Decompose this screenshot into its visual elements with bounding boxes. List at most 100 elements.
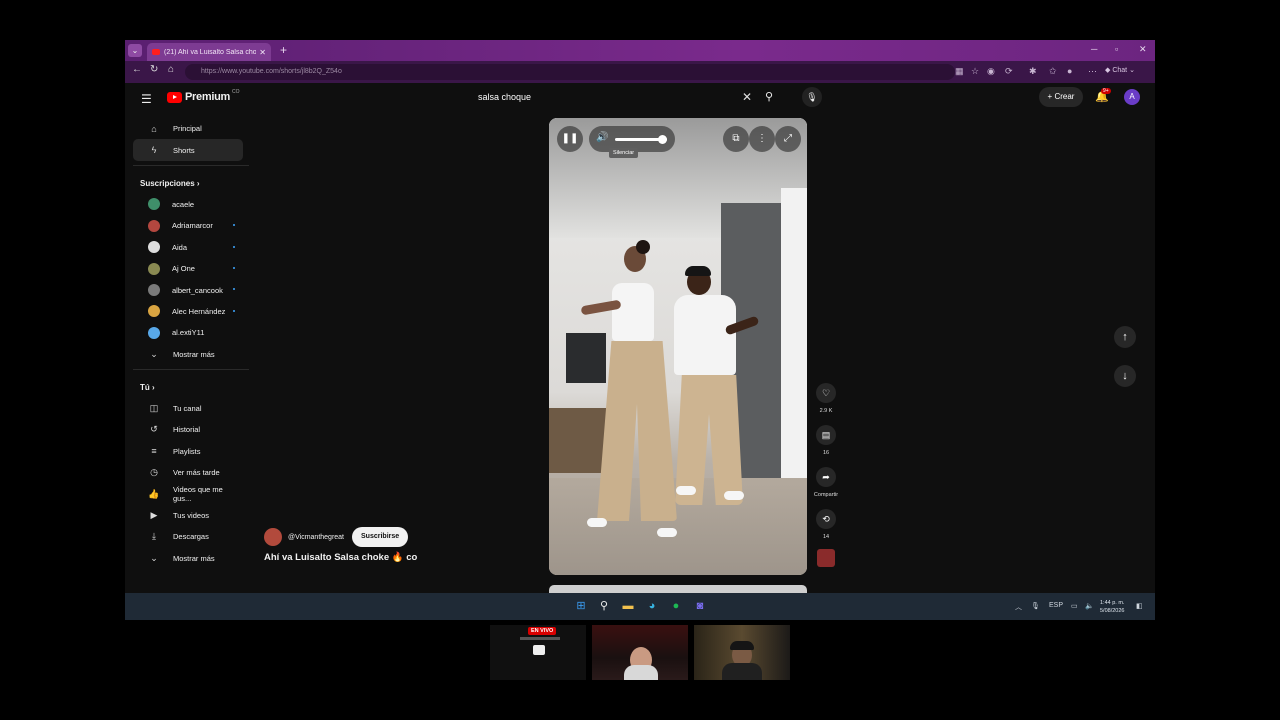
windows-start-icon[interactable]: ⊞ bbox=[574, 599, 588, 613]
reload-icon[interactable]: ↻ bbox=[150, 64, 158, 75]
tab-youtube[interactable]: (21) Ahí va Luisalto Salsa chok ✕ bbox=[147, 43, 271, 61]
webcam-1 bbox=[592, 625, 688, 680]
menu-icon[interactable]: ☰ bbox=[141, 92, 152, 106]
sidebar-item-you[interactable]: ▶ Tus videos bbox=[133, 505, 243, 526]
maximize-icon[interactable]: ▫ bbox=[1115, 44, 1118, 54]
discord-icon[interactable]: ◙ bbox=[693, 599, 707, 613]
short-video[interactable] bbox=[549, 118, 807, 575]
next-short-button[interactable]: ↓ bbox=[1114, 365, 1136, 387]
tab-actions-icon[interactable]: ⌄ bbox=[128, 44, 142, 57]
channel-avatar bbox=[148, 262, 160, 275]
tray-chevron-icon[interactable]: ︿ bbox=[1015, 602, 1022, 612]
section-title: Suscripciones bbox=[140, 178, 195, 188]
sidebar-item-you[interactable]: ↺ Historial bbox=[133, 419, 243, 440]
subscribe-button[interactable]: Suscribirse bbox=[352, 527, 409, 547]
more-icon[interactable]: ⋯ bbox=[1088, 66, 1097, 77]
sidebar-item-you[interactable]: ◫ Tu canal bbox=[133, 398, 243, 419]
system-clock[interactable]: 1:44 p. m. 5/08/2026 bbox=[1100, 599, 1124, 615]
volume-knob[interactable] bbox=[657, 135, 667, 144]
search-icon[interactable]: ⚲ bbox=[765, 90, 773, 103]
show-more-subs[interactable]: ⌄ Mostrar más bbox=[133, 344, 243, 365]
sidebar-item-subscription[interactable]: Aj One bbox=[133, 258, 243, 279]
sidebar-item-principal[interactable]: ⌂ Principal bbox=[133, 118, 243, 139]
comment-count: 16 bbox=[822, 450, 830, 456]
puzzle-icon[interactable]: ✱ bbox=[1029, 66, 1037, 77]
search-input[interactable]: salsa choque bbox=[470, 87, 762, 107]
youtube-logo[interactable]: Premium CO bbox=[167, 89, 240, 103]
channel-avatar[interactable] bbox=[264, 528, 282, 546]
spotify-icon[interactable]: ● bbox=[669, 599, 683, 613]
extension-icon[interactable]: ◉ bbox=[987, 66, 995, 77]
speaker-icon[interactable]: 🔈 bbox=[1085, 602, 1094, 610]
sidebar-item-subscription[interactable]: acaele bbox=[133, 194, 243, 215]
new-content-dot bbox=[233, 245, 235, 248]
logo-country: CO bbox=[231, 89, 240, 95]
sidebar-item-you[interactable]: ◷ Ver más tarde bbox=[133, 462, 243, 483]
copilot-chat-button[interactable]: ◆ Chat ⌄ bbox=[1105, 66, 1135, 74]
sidebar-item-subscription[interactable]: albert_cancook bbox=[133, 279, 243, 300]
favorite-icon[interactable]: ☆ bbox=[971, 66, 979, 77]
show-more-you[interactable]: ⌄ Mostrar más bbox=[133, 548, 243, 569]
file-explorer-icon[interactable]: ▬ bbox=[621, 599, 635, 613]
refresh-ext-icon[interactable]: ⟳ bbox=[1005, 66, 1013, 77]
copilot-label: Chat bbox=[1112, 67, 1128, 74]
clear-search-icon[interactable]: ✕ bbox=[742, 90, 752, 104]
new-tab-button[interactable]: + bbox=[280, 43, 287, 57]
home-icon[interactable]: ⌂ bbox=[168, 64, 174, 75]
like-button[interactable]: ♡ bbox=[816, 383, 836, 403]
downloads-icon: ⤓ bbox=[152, 531, 156, 542]
previous-short-button[interactable]: ↑ bbox=[1114, 326, 1136, 348]
short-title[interactable]: Ahí va Luisalto Salsa choke 🔥 co bbox=[264, 552, 417, 563]
channel-row: @Vicmanthegreat Suscribirse bbox=[264, 527, 409, 547]
remix-button[interactable]: ⟲ bbox=[816, 509, 836, 529]
notification-center-icon[interactable]: ◧ bbox=[1136, 602, 1143, 610]
share-button[interactable]: ➦ bbox=[816, 467, 836, 487]
url-field[interactable]: https://www.youtube.com/shorts/jl8b2Q_Z5… bbox=[185, 64, 955, 80]
chevron-down-icon: ⌄ bbox=[150, 348, 158, 359]
sound-thumbnail[interactable] bbox=[817, 549, 835, 567]
tray-mic-icon[interactable]: 🎙 bbox=[1031, 602, 1040, 610]
mute-tooltip: Silenciar bbox=[609, 148, 639, 158]
sidebar-item-subscription[interactable]: Adriamarcor bbox=[133, 215, 243, 236]
minimize-icon[interactable]: ─ bbox=[1091, 44, 1097, 54]
network-icon[interactable]: ▭ bbox=[1071, 602, 1078, 610]
more-options-icon[interactable]: ⋮ bbox=[749, 126, 775, 152]
share-label: Compartir bbox=[813, 492, 839, 498]
sidebar-item-subscription[interactable]: al.extiY11 bbox=[133, 322, 243, 343]
sidebar-item-label: al.extiY11 bbox=[172, 328, 205, 338]
edge-icon[interactable]: ◕ bbox=[645, 599, 659, 613]
taskbar-search-icon[interactable]: ⚲ bbox=[597, 599, 611, 613]
sidebar-item-you[interactable]: 👍 Videos que me gus... bbox=[133, 483, 243, 504]
close-window-icon[interactable]: ✕ bbox=[1139, 44, 1147, 55]
close-tab-icon[interactable]: ✕ bbox=[259, 48, 266, 57]
clock-time: 1:44 p. m. bbox=[1100, 600, 1125, 606]
back-icon[interactable]: ← bbox=[132, 64, 142, 75]
sidebar-item-subscription[interactable]: Aida bbox=[133, 237, 243, 258]
sidebar-item-you[interactable]: ⤓ Descargas bbox=[133, 526, 243, 547]
favorites-bar-icon[interactable]: ✩ bbox=[1049, 66, 1057, 77]
sidebar-item-label: acaele bbox=[172, 199, 195, 209]
your-videos-icon: ▶ bbox=[150, 510, 158, 521]
subscriptions-header[interactable]: Suscripciones › bbox=[125, 174, 250, 194]
you-header[interactable]: Tú › bbox=[125, 378, 250, 398]
create-button[interactable]: + Crear bbox=[1039, 87, 1083, 107]
next-short-preview[interactable] bbox=[549, 585, 807, 593]
fullscreen-icon[interactable]: ⤢ bbox=[775, 126, 801, 152]
language-indicator[interactable]: ESP bbox=[1049, 602, 1063, 609]
logo-text: Premium bbox=[185, 91, 230, 103]
address-bar-row: ← ↻ ⌂ https://www.youtube.com/shorts/jl8… bbox=[125, 61, 1155, 83]
sidebar-item-shorts[interactable]: ϟ Shorts bbox=[133, 139, 243, 161]
account-avatar[interactable]: A bbox=[1124, 89, 1140, 105]
sidebar-item-subscription[interactable]: Alec Hernández bbox=[133, 301, 243, 322]
volume-icon[interactable]: 🔊 bbox=[596, 132, 608, 143]
profile-icon[interactable]: ● bbox=[1067, 66, 1072, 76]
new-content-dot bbox=[233, 266, 235, 269]
channel-name[interactable]: @Vicmanthegreat bbox=[288, 534, 344, 541]
voice-search-icon[interactable]: 🎙 bbox=[802, 87, 822, 107]
comments-button[interactable]: ▤ bbox=[816, 425, 836, 445]
sidebar-item-you[interactable]: ≡ Playlists bbox=[133, 441, 243, 462]
captions-icon[interactable]: ⧉ bbox=[723, 126, 749, 152]
pause-icon[interactable]: ❚❚ bbox=[557, 126, 583, 152]
split-screen-icon[interactable]: ▦ bbox=[955, 66, 964, 77]
channel-avatar bbox=[148, 326, 160, 339]
